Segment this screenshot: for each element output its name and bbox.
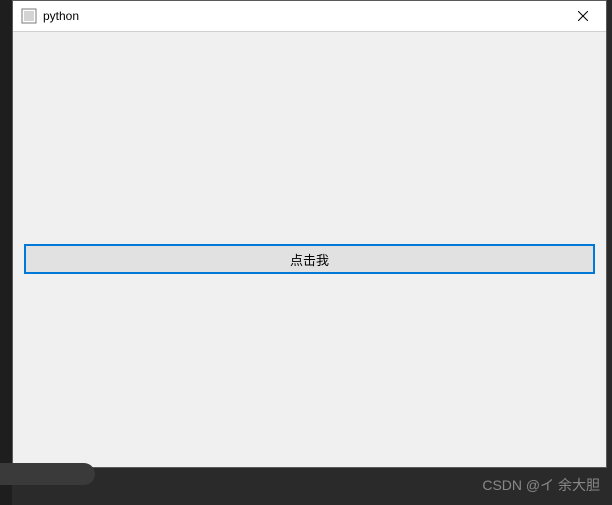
- editor-gutter: [0, 0, 12, 505]
- click-me-button[interactable]: 点击我: [24, 244, 595, 274]
- background-badge: [0, 463, 95, 485]
- application-window: python 点击我: [12, 0, 607, 468]
- watermark-text: CSDN @イ 余大胆: [482, 475, 600, 495]
- app-icon: [21, 8, 37, 24]
- titlebar[interactable]: python: [13, 1, 606, 32]
- window-title: python: [43, 9, 79, 23]
- close-icon: [578, 11, 588, 21]
- close-button[interactable]: [560, 1, 606, 32]
- client-area: 点击我: [13, 32, 606, 467]
